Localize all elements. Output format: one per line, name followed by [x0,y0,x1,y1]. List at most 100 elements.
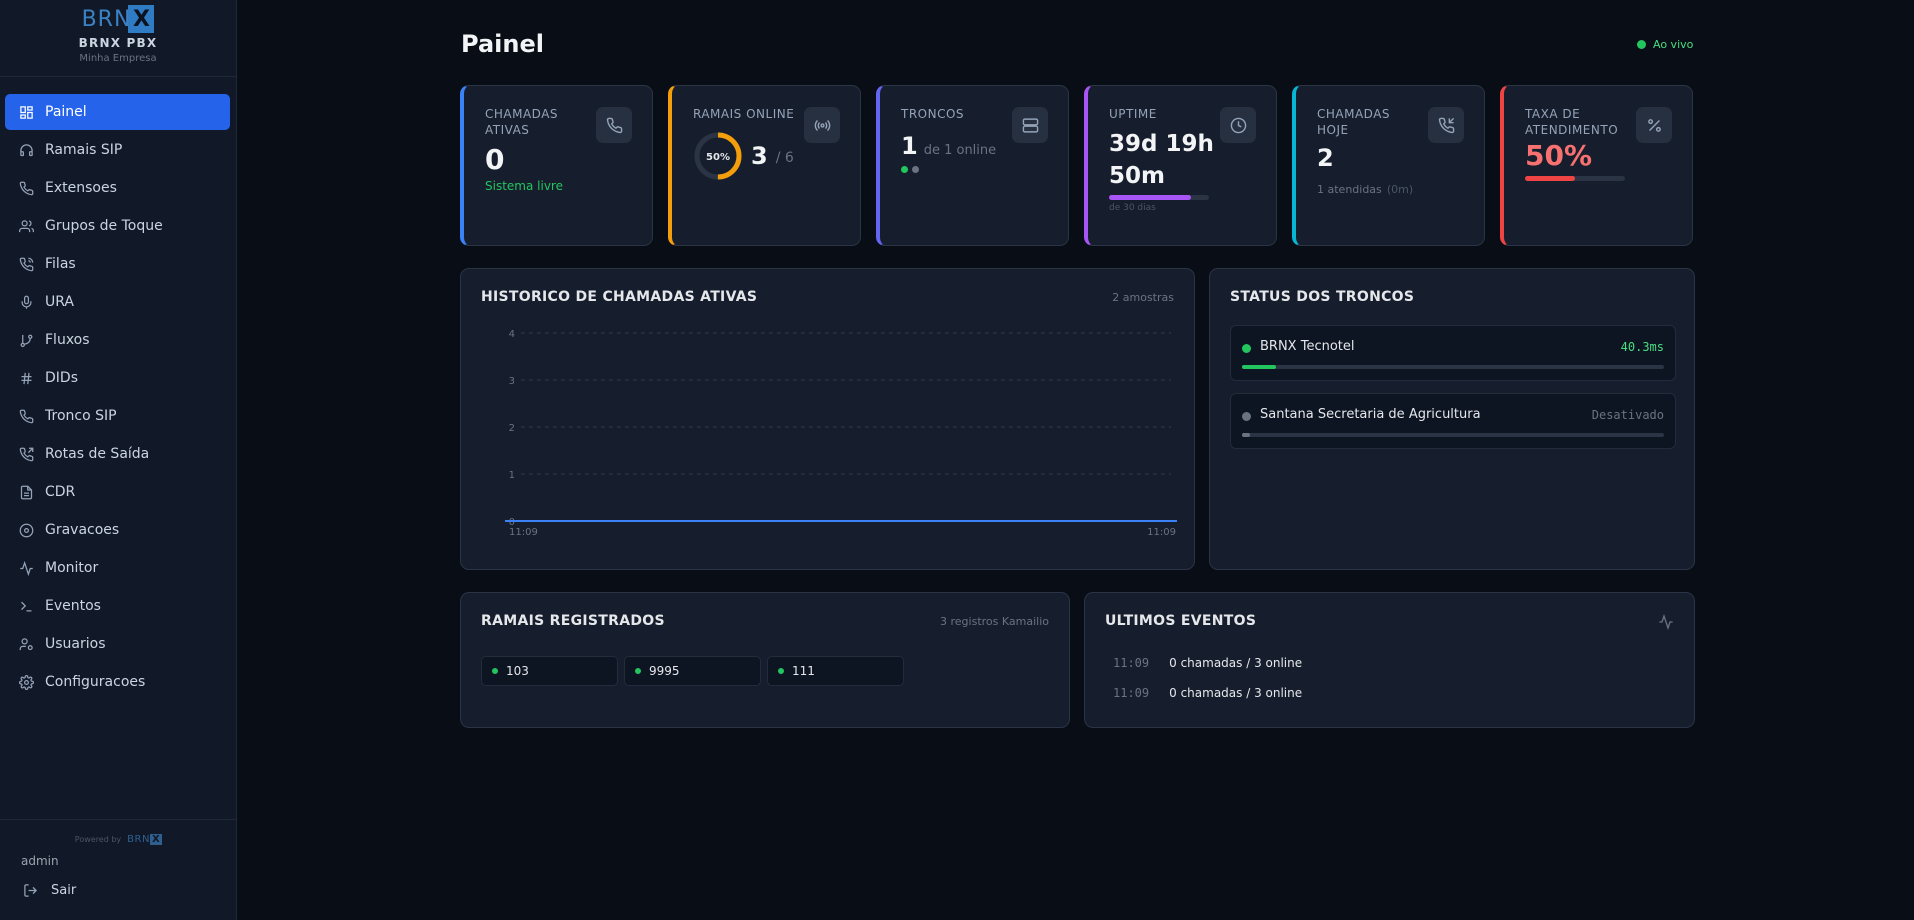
users-icon [17,217,35,235]
trunk-status-label: Desativado [1591,408,1664,422]
sidebar-item-extensoes[interactable]: Extensoes [5,170,230,206]
stat-value: 0 [485,143,505,176]
sidebar-item-dids[interactable]: DIDs [5,360,230,396]
trunk-status-panel: STATUS DOS TRONCOS BRNX Tecnotel 40.3ms … [1209,268,1695,570]
sidebar-item-eventos[interactable]: Eventos [5,588,230,624]
clock-icon [1220,107,1256,143]
dashboard-icon [17,103,35,121]
uptime-bar-fill [1109,195,1191,200]
event-row: 11:09 0 chamadas / 3 online [1113,686,1302,700]
answer-rate-bar-fill [1525,176,1575,181]
gear-icon [17,673,35,691]
trunk-name: Santana Secretaria de Agricultura [1260,407,1481,422]
panel-title: ULTIMOS EVENTOS [1105,613,1257,629]
brand-logo[interactable]: BRN X [82,4,155,34]
sidebar-item-ramais-sip[interactable]: Ramais SIP [5,132,230,168]
logout-button[interactable]: Sair [21,881,237,899]
company-name: Minha Empresa [79,53,157,64]
phone-outgoing-icon [17,445,35,463]
stat-sub-muted: (0m) [1386,183,1414,196]
extension-chip[interactable]: 9995 [624,656,761,686]
sidebar-item-filas[interactable]: Filas [5,246,230,282]
extension-online-dot [635,668,641,674]
extension-chip[interactable]: 103 [481,656,618,686]
stat-value: 3 [751,142,768,170]
calls-today-sub: 1 atendidas (0m) [1317,178,1484,197]
stat-label: CHAMADAS HOJE [1317,107,1391,137]
events-panel: ULTIMOS EVENTOS 11:09 0 chamadas / 3 onl… [1084,592,1695,728]
powered-logo-mark: X [149,834,163,845]
headset-icon [17,141,35,159]
stat-sub: 1 atendidas [1317,183,1382,196]
stat-sub: Sistema livre [485,179,563,193]
stat-sub: de 30 dias [1109,203,1156,213]
powered-by: Powered by BRN X [0,834,237,845]
trunk-latency: 40.3ms [1620,340,1664,354]
stat-value-line2: 50m [1109,163,1165,189]
stat-card-extensions-online: RAMAIS ONLINE 50% 3 / 6 [668,85,861,246]
extension-online-dot [492,668,498,674]
trunk-row[interactable]: BRNX Tecnotel 40.3ms [1230,325,1676,381]
sidebar-item-label: Monitor [45,560,99,576]
history-panel: HISTORICO DE CHAMADAS ATIVAS 2 amostras … [460,268,1195,570]
stat-card-trunks: TRONCOS 1 de 1 online [876,85,1069,246]
trunk-bar-fill [1242,433,1251,437]
sidebar-item-label: Gravacoes [45,522,120,538]
answer-rate-bar [1525,176,1625,181]
current-user: admin [21,854,59,868]
sidebar-item-label: Painel [45,104,87,120]
powered-by-text: Powered by [74,835,122,844]
stat-label: RAMAIS ONLINE [693,107,795,121]
phone-icon [596,107,632,143]
sidebar-item-label: Grupos de Toque [45,218,163,234]
sidebar-item-rotas-de-saida[interactable]: Rotas de Saída [5,436,230,472]
sidebar-item-fluxos[interactable]: Fluxos [5,322,230,358]
trunk-bar [1242,433,1664,437]
x-tick-label: 11:09 [1147,527,1176,538]
y-tick-label: 4 [509,329,515,340]
file-icon [17,483,35,501]
live-dot [1637,40,1646,49]
stat-card-uptime: UPTIME 39d 19h 50m de 30 dias [1084,85,1277,246]
sidebar-item-label: Extensoes [45,180,117,196]
stat-label: CHAMADAS ATIVAS [485,107,559,137]
logout-label: Sair [51,882,77,898]
y-tick-label: 3 [509,376,515,387]
trunk-status-dot [1242,344,1251,353]
extension-number: 103 [506,664,529,678]
trunk-row[interactable]: Santana Secretaria de Agricultura Desati… [1230,393,1676,449]
trunk-status-dot [1242,412,1251,421]
sidebar-item-label: URA [45,294,74,310]
sidebar-item-monitor[interactable]: Monitor [5,550,230,586]
sidebar-item-gravacoes[interactable]: Gravacoes [5,512,230,548]
stat-card-answer-rate: TAXA DE ATENDIMENTO 50% [1500,85,1693,246]
ring-percent: 50% [706,152,730,163]
trunk-name: BRNX Tecnotel [1260,339,1355,354]
sidebar-item-usuarios[interactable]: Usuarios [5,626,230,662]
extension-online-dot [778,668,784,674]
stat-value: 1 [901,132,918,160]
history-chart: 0123411:09 11:09 [505,329,1177,538]
event-time: 11:09 [1113,656,1150,670]
panel-meta: 3 registros Kamailio [940,615,1049,628]
sidebar-item-cdr[interactable]: CDR [5,474,230,510]
trunk-dots [901,166,1068,173]
phone-queue-icon [17,255,35,273]
stat-label: TAXA DE ATENDIMENTO [1525,107,1619,137]
sidebar-item-painel[interactable]: Painel [5,94,230,130]
event-row: 11:09 0 chamadas / 3 online [1113,656,1302,670]
extension-chip[interactable]: 111 [767,656,904,686]
sidebar-item-grupos-de-toque[interactable]: Grupos de Toque [5,208,230,244]
live-label: Ao vivo [1653,38,1694,51]
sidebar-item-label: DIDs [45,370,78,386]
registered-extensions-panel: RAMAIS REGISTRADOS 3 registros Kamailio … [460,592,1070,728]
sidebar-item-label: Fluxos [45,332,90,348]
extensions-ring: 50% [694,132,742,180]
sidebar-item-configuracoes[interactable]: Configuracoes [5,664,230,700]
server-icon [1012,107,1048,143]
broadcast-icon [804,107,840,143]
sidebar-item-ura[interactable]: URA [5,284,230,320]
trunk-dot-offline [912,166,919,173]
stat-value: 50% [1525,139,1593,172]
sidebar-item-tronco-sip[interactable]: Tronco SIP [5,398,230,434]
